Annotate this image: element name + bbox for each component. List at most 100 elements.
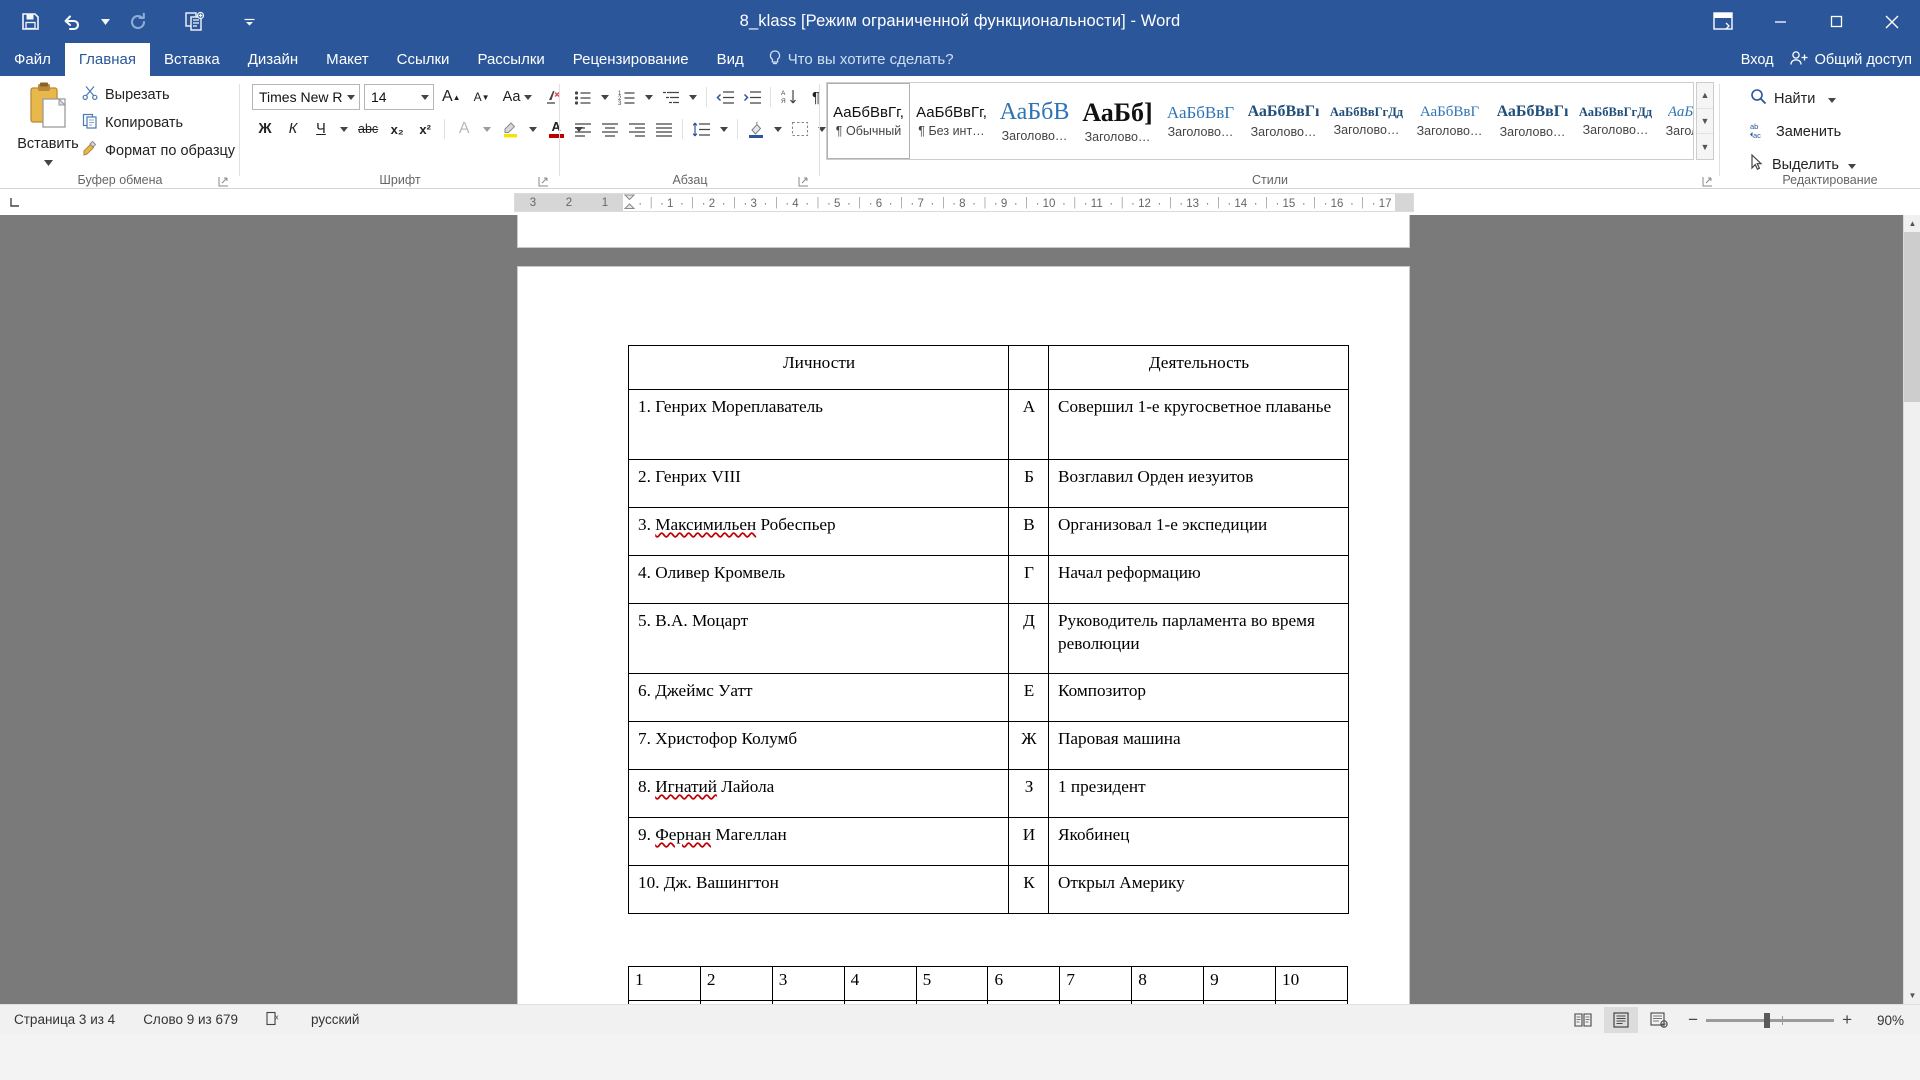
tab-insert[interactable]: Вставка [150,43,234,76]
person-cell[interactable]: 2. Генрих VIII [628,459,1009,508]
align-center-icon[interactable] [597,116,623,142]
shrink-font-button[interactable]: A ▼ [469,84,495,110]
style-item-4[interactable]: АаБбВвГ Заголово… [1159,83,1242,159]
change-case-button[interactable]: Аа [499,84,536,110]
web-layout-icon[interactable] [1642,1007,1676,1033]
shading-icon[interactable] [743,116,769,142]
table-row[interactable]: 2. Генрих VIII Б Возглавил Орден иезуитов [628,459,1349,508]
shading-dropdown-icon[interactable] [770,116,786,142]
table-row[interactable]: 7. Христофор Колумб Ж Паровая машина [628,721,1349,770]
grow-font-button[interactable]: A ▲ [438,84,465,110]
text-effects-icon[interactable]: A [451,116,477,142]
style-item-1[interactable]: АаБбВвГг, ¶ Без инт… [910,83,993,159]
table-row[interactable]: 6. Джеймс Уатт Е Композитор [628,673,1349,722]
select-dropdown-icon[interactable] [1847,157,1856,173]
answers-header-cell[interactable]: 7 [1059,966,1133,1001]
activity-cell[interactable]: Паровая машина [1048,721,1349,770]
activity-cell[interactable]: Открыл Америку [1048,865,1349,914]
scrollbar-thumb[interactable] [1904,232,1920,402]
activity-cell[interactable]: Совершил 1-е кругосветное плаванье [1048,389,1349,460]
undo-dropdown-icon[interactable] [94,4,116,40]
table-row[interactable]: 5. В.А. Моцарт Д Руководитель парламента в… [628,603,1349,674]
style-item-5[interactable]: АаБбВвГı Заголово… [1242,83,1325,159]
horizontal-ruler[interactable]: 3 2 1 · ｜ · 1 · ｜ · 2 · ｜ · 3 · ｜ · 4 · ｜ · 5 · … [514,193,1414,212]
tab-file[interactable]: Файл [0,43,65,76]
save-icon[interactable] [10,4,50,40]
tell-me-box[interactable]: Что вы хотите сделать? [758,43,964,76]
style-item-8[interactable]: АаБбВвГı Заголово… [1491,83,1574,159]
table-header-cell[interactable] [1008,345,1049,390]
answers-header-cell[interactable]: 2 [699,966,773,1001]
bold-button[interactable]: Ж [252,116,278,142]
multilevel-dropdown-icon[interactable] [685,84,701,110]
style-item-3[interactable]: АаБб] Заголово… [1076,83,1159,159]
borders-icon[interactable] [787,116,813,142]
activity-cell[interactable]: Возглавил Орден иезуитов [1048,459,1349,508]
paste-button[interactable]: Вставить [12,82,84,166]
answers-header-cell[interactable]: 5 [915,966,989,1001]
spelling-error[interactable]: Фернан [655,825,711,844]
maximize-button[interactable] [1808,0,1864,43]
letter-cell[interactable]: З [1008,769,1049,818]
letter-cell[interactable]: И [1008,817,1049,866]
quick-print-icon[interactable] [174,4,214,40]
decrease-indent-icon[interactable] [712,84,738,110]
style-item-6[interactable]: АаБбВвГгДд Заголово… [1325,83,1408,159]
indent-marker[interactable] [623,194,635,211]
styles-dialog-launcher[interactable] [1702,174,1714,187]
bullets-dropdown-icon[interactable] [597,84,613,110]
style-item-7[interactable]: АаБбВвГ Заголово… [1408,83,1491,159]
select-button[interactable]: Выделить [1750,153,1856,175]
person-cell[interactable]: 9. Фернан Магеллан [628,817,1009,866]
styles-scroll-down-icon[interactable]: ▼ [1697,109,1713,135]
answers-table[interactable]: 1 2 3 4 5 6 7 8 9 10 [628,966,1348,1004]
tab-home[interactable]: Главная [64,43,150,76]
increase-indent-icon[interactable] [739,84,765,110]
align-right-icon[interactable] [624,116,650,142]
style-item-2[interactable]: АаБбВ Заголово… [993,83,1076,159]
activity-cell[interactable]: Композитор [1048,673,1349,722]
spelling-error[interactable]: Максимильен [655,515,756,534]
tab-stop-selector[interactable] [0,189,28,215]
table-row[interactable]: 10. Дж. Вашингтон К Открыл Америку [628,865,1349,914]
letter-cell[interactable]: К [1008,865,1049,914]
zoom-in-button[interactable]: + [1842,1010,1852,1030]
vertical-scrollbar[interactable]: ▲ ▼ [1903,215,1920,1004]
justify-icon[interactable] [651,116,677,142]
document-canvas[interactable]: Личности Деятельность 1. Генрих Мореплават… [0,215,1903,1004]
underline-dropdown-icon[interactable] [336,116,352,142]
strikethrough-button[interactable]: abc [354,116,382,142]
highlight-dropdown-icon[interactable] [525,116,541,142]
clipboard-dialog-launcher[interactable] [218,174,230,187]
underline-button[interactable]: Ч [308,116,334,142]
tab-view[interactable]: Вид [703,43,758,76]
zoom-thumb[interactable] [1764,1012,1771,1028]
proofing-errors-icon[interactable]: x [252,1011,297,1029]
style-item-9[interactable]: АаБбВвГгДд Заголово… [1574,83,1657,159]
read-mode-icon[interactable] [1566,1007,1600,1033]
line-spacing-dropdown-icon[interactable] [716,116,732,142]
spelling-error[interactable]: Игнатий [655,777,717,796]
subscript-button[interactable]: x₂ [384,116,410,142]
table-header-cell[interactable]: Личности [628,345,1009,390]
sort-icon[interactable]: АЯ [776,84,802,110]
ribbon-display-options-icon[interactable] [1706,6,1740,36]
style-item-10[interactable]: АаБбВвГı Заголово… [1657,83,1693,159]
find-button[interactable]: Найти [1750,88,1837,109]
person-cell[interactable]: 5. В.А. Моцарт [628,603,1009,674]
answers-header-cell[interactable]: 8 [1131,966,1205,1001]
copy-button[interactable]: Копировать [82,112,235,134]
format-painter-button[interactable]: Формат по образцу [82,140,235,162]
tab-mailings[interactable]: Рассылки [463,43,558,76]
table-header-cell[interactable]: Деятельность [1048,345,1349,390]
cut-button[interactable]: Вырезать [82,84,235,106]
share-button[interactable]: Общий доступ [1789,50,1912,70]
letter-cell[interactable]: Г [1008,555,1049,604]
redo-icon[interactable] [118,4,158,40]
person-cell[interactable]: 8. Игнатий Лайола [628,769,1009,818]
tab-layout[interactable]: Макет [312,43,382,76]
person-cell[interactable]: 1. Генрих Мореплаватель [628,389,1009,460]
minimize-button[interactable] [1752,0,1808,43]
scroll-down-icon[interactable]: ▼ [1904,987,1920,1004]
styles-more-icon[interactable]: ▼ [1697,134,1713,159]
